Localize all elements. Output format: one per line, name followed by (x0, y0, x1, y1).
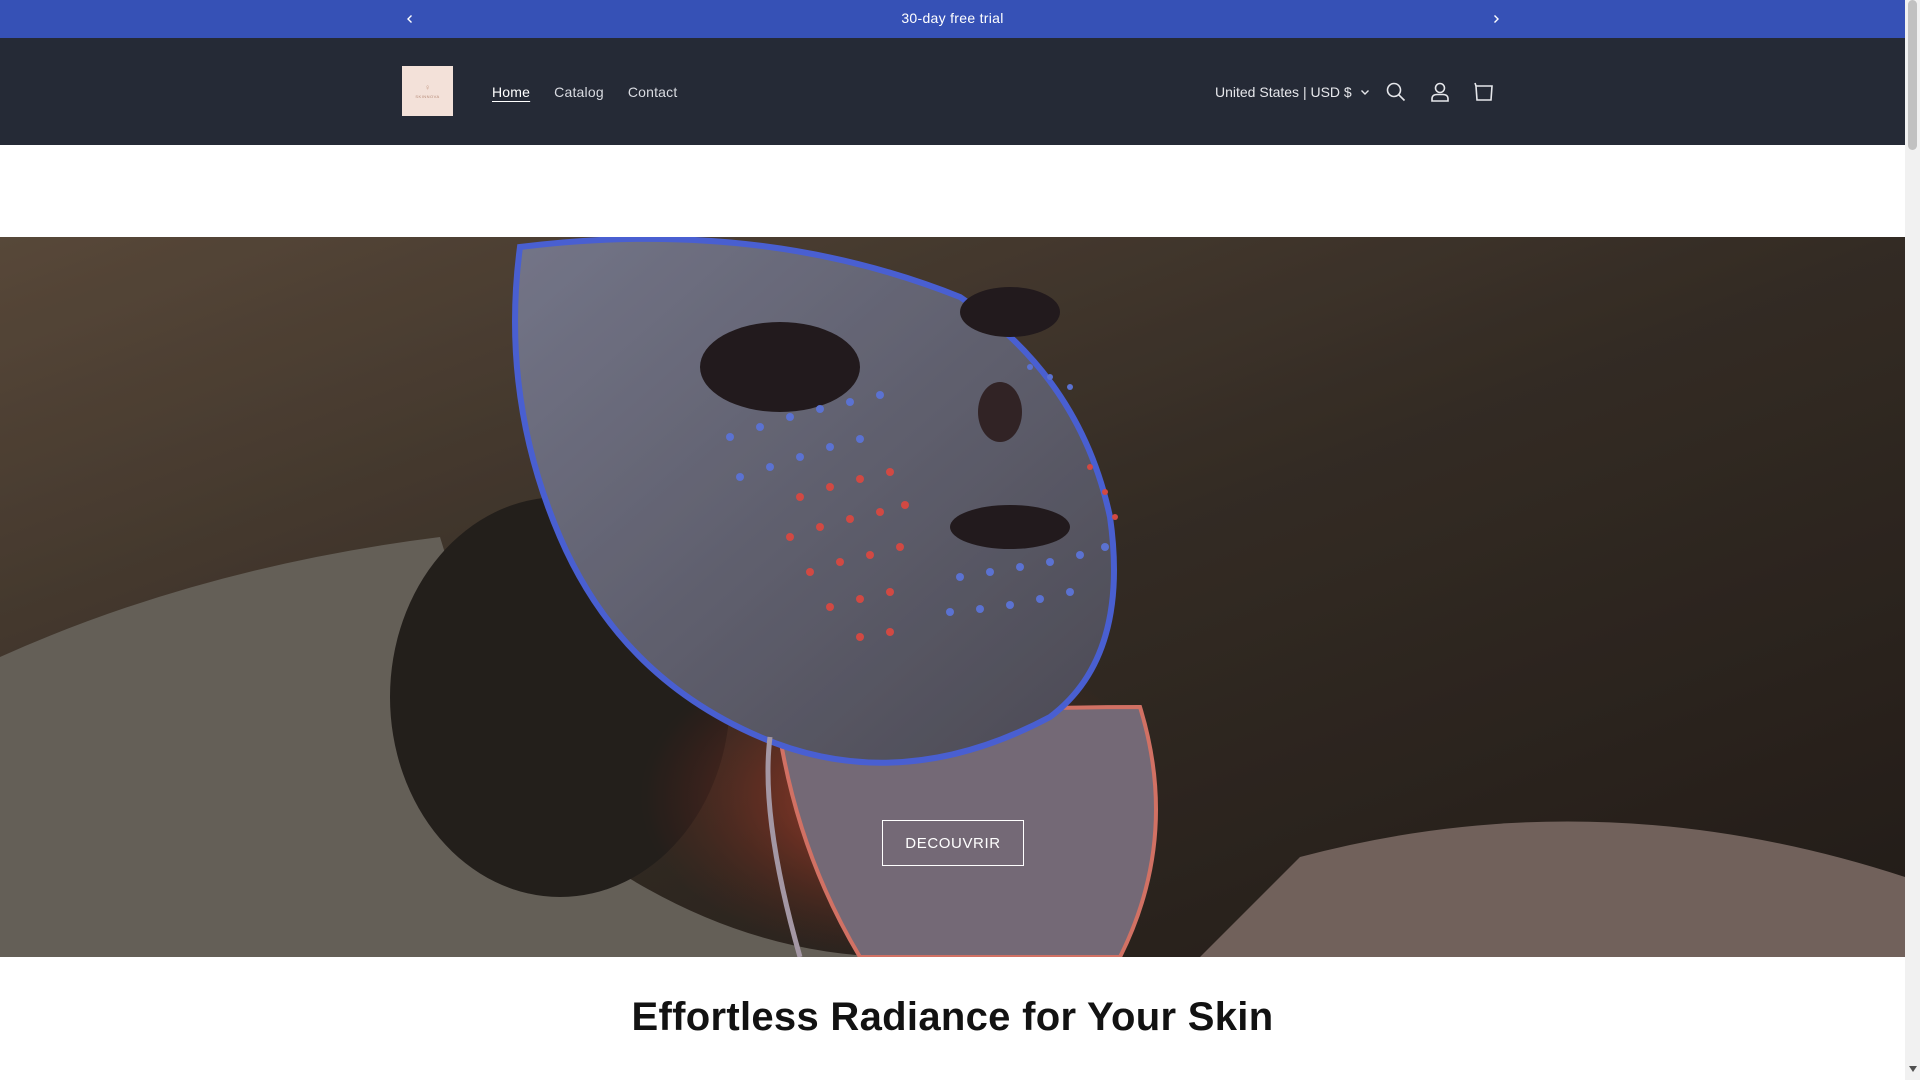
nav-item-catalog[interactable]: Catalog (542, 84, 616, 100)
logo-link[interactable]: ♀ SKINNOVA (402, 66, 453, 116)
chevron-right-icon (1494, 15, 1499, 23)
triangle-down-icon (1908, 1066, 1917, 1072)
header-spacer (0, 145, 1905, 237)
account-button[interactable] (1418, 70, 1462, 114)
discover-button[interactable]: DECOUVRIR (882, 820, 1024, 866)
logo-text: SKINNOVA (415, 93, 440, 99)
scrollbar-thumb[interactable] (1908, 0, 1917, 150)
search-icon (1386, 82, 1406, 102)
chevron-down-icon (1360, 89, 1369, 95)
locale-label: United States | USD $ (1215, 83, 1352, 100)
scroll-down-button[interactable] (1908, 1064, 1917, 1074)
page-scrollbar[interactable] (1905, 0, 1920, 1080)
account-icon (1431, 82, 1449, 102)
cart-button[interactable] (1462, 70, 1506, 114)
search-button[interactable] (1374, 70, 1418, 114)
country-currency-selector[interactable]: United States | USD $ (1205, 38, 1380, 145)
section-title: Effortless Radiance for Your Skin (631, 995, 1274, 1039)
nav-item-home[interactable]: Home (480, 84, 542, 100)
announcement-text: 30-day free trial (901, 10, 1004, 26)
main-nav: Home Catalog Contact (480, 38, 689, 145)
announcement-next-button[interactable] (1481, 4, 1511, 34)
cart-icon (1474, 82, 1493, 101)
hero-banner: DECOUVRIR (0, 237, 1905, 957)
nav-item-contact[interactable]: Contact (616, 84, 690, 100)
logo-mark-icon: ♀ (424, 82, 431, 92)
announcement-bar: 30-day free trial (0, 0, 1905, 38)
page: 30-day free trial ♀ SKINNOVA Home Catalo… (0, 0, 1905, 1080)
site-header: ♀ SKINNOVA Home Catalog Contact United S… (0, 38, 1905, 145)
